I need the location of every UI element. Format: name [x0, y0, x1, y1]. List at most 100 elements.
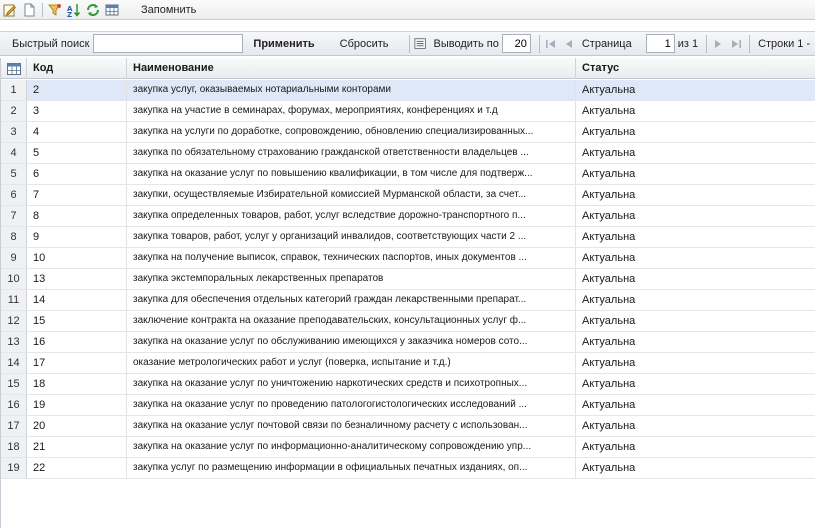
- status-cell: Актуальна: [582, 84, 636, 96]
- table-row[interactable]: 4 5 закупка по обязательному страхованию г…: [1, 143, 815, 164]
- filter-icon[interactable]: [47, 2, 63, 18]
- code-cell: 7: [28, 185, 127, 205]
- name-cell: закупка на оказание услуг по проведению …: [128, 395, 576, 415]
- table-row[interactable]: 19 22 закупка услуг по размещению информац…: [1, 458, 815, 479]
- column-header-name[interactable]: Наименование: [128, 58, 576, 79]
- bar-divider: [706, 34, 708, 53]
- name-cell: закупка на оказание услуг почтовой связи…: [128, 416, 576, 436]
- row-number-cell: 6: [1, 185, 27, 205]
- status-cell: Актуальна: [582, 189, 636, 201]
- remember-button[interactable]: Запомнить: [141, 4, 196, 16]
- main-toolbar: AZ Запомнить: [0, 0, 815, 20]
- new-document-icon[interactable]: [21, 2, 37, 18]
- status-cell: Актуальна: [582, 399, 636, 411]
- refresh-icon[interactable]: [85, 2, 101, 18]
- table-row[interactable]: 15 18 закупка на оказание услуг по уничтож…: [1, 374, 815, 395]
- table-row[interactable]: 8 9 закупка товаров, работ, услуг у органи…: [1, 227, 815, 248]
- row-number-cell: 14: [1, 353, 27, 373]
- name-cell: закупка на оказание услуг по уничтожению…: [128, 374, 576, 394]
- bar-divider: [749, 34, 751, 53]
- table-row[interactable]: 10 13 закупка экстемпоральных лекарственны…: [1, 269, 815, 290]
- data-grid: Код Наименование Статус 1 2 закупка услуг,…: [0, 58, 815, 528]
- row-number-cell: 13: [1, 332, 27, 352]
- prev-page-icon[interactable]: [562, 37, 576, 51]
- table-row[interactable]: 14 17 оказание метрологических работ и усл…: [1, 353, 815, 374]
- table-row[interactable]: 11 14 закупка для обеспечения отдельных ка…: [1, 290, 815, 311]
- page-number-input[interactable]: [645, 34, 675, 53]
- grid-header: Код Наименование Статус: [1, 58, 815, 79]
- row-number-cell: 15: [1, 374, 27, 394]
- column-header-status[interactable]: Статус: [577, 58, 815, 79]
- next-page-icon[interactable]: [711, 37, 725, 51]
- status-cell: Актуальна: [582, 378, 636, 390]
- name-cell: закупка товаров, работ, услуг у организа…: [128, 227, 576, 247]
- status-cell: Актуальна: [582, 462, 636, 474]
- row-number-cell: 7: [1, 206, 27, 226]
- code-cell: 3: [28, 101, 127, 121]
- reset-button[interactable]: Сбросить: [340, 38, 389, 50]
- apply-button[interactable]: Применить: [253, 38, 314, 50]
- table-row[interactable]: 2 3 закупка на участие в семинарах, форума…: [1, 101, 815, 122]
- name-cell: закупка услуг, оказываемых нотариальными…: [128, 80, 576, 100]
- edit-icon[interactable]: [2, 2, 18, 18]
- row-number-cell: 9: [1, 248, 27, 268]
- status-cell: Актуальна: [582, 168, 636, 180]
- first-page-icon[interactable]: [544, 37, 558, 51]
- code-cell: 16: [28, 332, 127, 352]
- name-cell: закупка на оказание услуг по обслуживани…: [128, 332, 576, 352]
- status-cell: Актуальна: [582, 315, 636, 327]
- table-row[interactable]: 17 20 закупка на оказание услуг почтовой с…: [1, 416, 815, 437]
- column-header-code[interactable]: Код: [28, 58, 127, 79]
- name-cell: закупка экстемпоральных лекарственных пр…: [128, 269, 576, 289]
- code-cell: 4: [28, 122, 127, 142]
- row-number-cell: 16: [1, 395, 27, 415]
- row-number-cell: 4: [1, 143, 27, 163]
- name-cell: закупка определенных товаров, работ, усл…: [128, 206, 576, 226]
- status-cell: Актуальна: [582, 126, 636, 138]
- status-cell: Актуальна: [582, 357, 636, 369]
- name-cell: закупка для обеспечения отдельных катего…: [128, 290, 576, 310]
- status-cell: Актуальна: [582, 273, 636, 285]
- table-row[interactable]: 5 6 закупка на оказание услуг по повышению…: [1, 164, 815, 185]
- row-number-cell: 12: [1, 311, 27, 331]
- table-row[interactable]: 7 8 закупка определенных товаров, работ, у…: [1, 206, 815, 227]
- row-number-cell: 2: [1, 101, 27, 121]
- row-number-cell: 1: [1, 80, 27, 100]
- status-cell: Актуальна: [582, 147, 636, 159]
- page-total: из 1: [677, 37, 699, 50]
- column-chooser-icon[interactable]: [1, 58, 27, 79]
- page-size-label: Выводить по: [433, 37, 499, 50]
- export-icon[interactable]: [413, 37, 428, 51]
- row-number-cell: 17: [1, 416, 27, 436]
- code-cell: 19: [28, 395, 127, 415]
- sort-icon[interactable]: AZ: [66, 2, 82, 18]
- table-row[interactable]: 1 2 закупка услуг, оказываемых нотариальны…: [1, 80, 815, 101]
- bar-divider: [538, 34, 540, 53]
- code-cell: 18: [28, 374, 127, 394]
- table-row[interactable]: 13 16 закупка на оказание услуг по обслужи…: [1, 332, 815, 353]
- name-cell: закупка услуг по размещению информации в…: [128, 458, 576, 478]
- row-number-cell: 10: [1, 269, 27, 289]
- status-cell: Актуальна: [582, 210, 636, 222]
- status-cell: Актуальна: [582, 231, 636, 243]
- name-cell: закупка на получение выписок, справок, т…: [128, 248, 576, 268]
- table-row[interactable]: 3 4 закупка на услуги по доработке, сопров…: [1, 122, 815, 143]
- row-number-cell: 18: [1, 437, 27, 457]
- table-row[interactable]: 16 19 закупка на оказание услуг по проведе…: [1, 395, 815, 416]
- last-page-icon[interactable]: [729, 37, 743, 51]
- table-row[interactable]: 9 10 закупка на получение выписок, справок…: [1, 248, 815, 269]
- page-size-input[interactable]: [501, 34, 531, 53]
- row-number-cell: 8: [1, 227, 27, 247]
- status-cell: Актуальна: [582, 420, 636, 432]
- quick-search-input[interactable]: [93, 34, 244, 53]
- status-cell: Актуальна: [582, 252, 636, 264]
- table-row[interactable]: 12 15 заключение контракта на оказание пре…: [1, 311, 815, 332]
- name-cell: закупка на участие в семинарах, форумах,…: [128, 101, 576, 121]
- name-cell: оказание метрологических работ и услуг (…: [128, 353, 576, 373]
- table-row[interactable]: 6 7 закупки, осуществляемые Избирательной …: [1, 185, 815, 206]
- table-settings-icon[interactable]: [104, 2, 120, 18]
- table-row[interactable]: 18 21 закупка на оказание услуг по информа…: [1, 437, 815, 458]
- row-number-cell: 3: [1, 122, 27, 142]
- grid-rows: 1 2 закупка услуг, оказываемых нотариальны…: [1, 80, 815, 479]
- code-cell: 15: [28, 311, 127, 331]
